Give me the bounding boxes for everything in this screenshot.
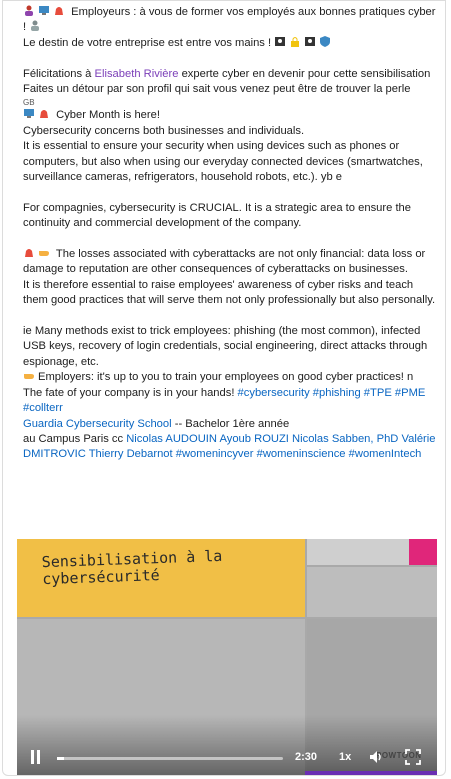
hashtag-pme[interactable]: #PME	[395, 387, 425, 399]
video-player[interactable]: Sensibilisation à la cybersécurité POWTO…	[17, 539, 437, 775]
hashtag-womeninscience[interactable]: #womeninscience	[257, 448, 346, 460]
alarm-light-icon	[55, 7, 63, 15]
pause-icon[interactable]	[31, 750, 43, 764]
post-p4c: The fate of your company is in your hand…	[23, 386, 426, 415]
pointing-hand-icon-2	[24, 374, 34, 380]
post-p3a: The losses associated with cyberattacks …	[23, 248, 426, 276]
post-line-congrats: Félicitations à Elisabeth Rivière expert…	[23, 67, 431, 80]
post-campus-line: au Campus Paris cc Nicolas AUDOUIN Ayoub…	[23, 432, 436, 461]
post-p4b: Employers: it's up to you to train your …	[23, 370, 439, 385]
pirate-flag-icon-2	[305, 36, 316, 46]
mention-nicolas-sabben[interactable]: Nicolas Sabben, PhD	[292, 433, 398, 445]
mention-thierry-debarnot[interactable]: Thierry Debarnot	[89, 448, 173, 460]
video-time: 2:30	[295, 751, 318, 763]
computer-icon-2	[24, 109, 34, 119]
hashtag-cybersecurity[interactable]: #cybersecurity	[238, 387, 310, 399]
video-panel	[307, 539, 423, 565]
alarm-light-icon-2	[40, 110, 48, 119]
post-line-employeurs: Employeurs : à vous de former vos employ…	[23, 5, 436, 34]
post-p1b: It is essential to ensure your security …	[23, 140, 423, 184]
post-p3b: It is therefore essential to raise emplo…	[23, 278, 436, 307]
volume-icon[interactable]	[369, 750, 383, 764]
person-icon	[25, 5, 33, 16]
linkedin-post-card: Employeurs : à vous de former vos employ…	[2, 0, 446, 776]
lock-icon	[291, 36, 300, 47]
post-line-destin: Le destin de votre entreprise est entre …	[23, 35, 439, 51]
post-p2: For compagnies, cybersecurity is CRUCIAL…	[23, 201, 411, 230]
video-panel-2	[307, 567, 437, 617]
post-p1a: Cybersecurity concerns both businesses a…	[23, 124, 305, 137]
pointing-hand-icon	[39, 251, 49, 257]
mention-elisabeth[interactable]: Elisabeth Rivière	[95, 68, 179, 80]
hashtag-tpe[interactable]: #TPE	[364, 387, 392, 399]
video-progress-bar[interactable]	[57, 757, 283, 760]
post-school-line: Guardia Cybersecurity School -- Bachelor…	[23, 417, 290, 430]
hashtag-womenintech[interactable]: #womenIntech	[349, 448, 422, 460]
computer-icon	[39, 6, 49, 15]
mention-ayoub-rouzi[interactable]: Ayoub ROUZI	[219, 433, 288, 445]
video-title-panel: Sensibilisation à la cybersécurité	[17, 539, 305, 617]
alarm-light-icon-3	[25, 249, 33, 258]
post-gb: GB	[23, 98, 35, 108]
hashtag-womenincyver[interactable]: #womenincyver	[176, 448, 254, 460]
person-icon-2	[31, 20, 40, 32]
post-line-cyber-month: Cyber Month is here!	[23, 108, 439, 123]
post-line-detour: Faites un détour par son profil qui sait…	[23, 83, 411, 96]
video-controls: 2:30 1x	[17, 741, 437, 775]
video-progress-fill	[57, 757, 64, 760]
fullscreen-icon[interactable]	[405, 749, 421, 765]
school-link[interactable]: Guardia Cybersecurity School	[23, 418, 172, 430]
video-accent-square	[409, 539, 437, 565]
hashtag-phishing[interactable]: #phishing	[313, 387, 361, 399]
pirate-flag-icon	[275, 36, 286, 46]
playback-speed-button[interactable]: 1x	[339, 751, 351, 763]
shield-icon	[320, 35, 331, 47]
hashtag-collterr[interactable]: #collterr	[23, 402, 63, 414]
post-p4a: ie Many methods exist to trick employees…	[23, 325, 428, 368]
post-body: Employeurs : à vous de former vos employ…	[23, 5, 439, 463]
mention-nicolas-audouin[interactable]: Nicolas AUDOUIN	[126, 433, 217, 445]
video-title: Sensibilisation à la cybersécurité	[41, 546, 223, 589]
